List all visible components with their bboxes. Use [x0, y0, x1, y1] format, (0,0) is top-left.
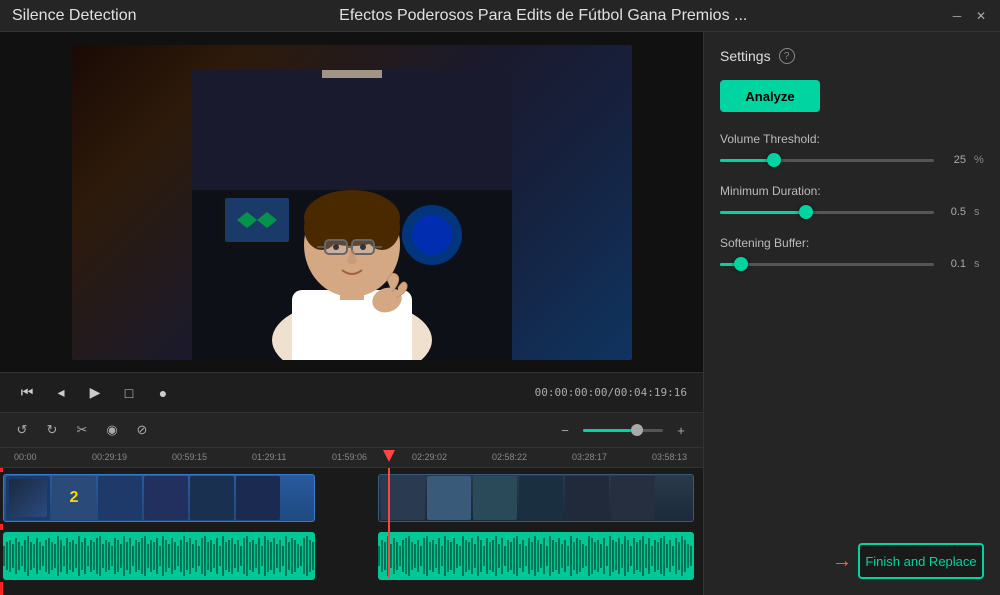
- waveform-svg-1: /* bars generated below */: [3, 532, 315, 580]
- softening-buffer-label: Softening Buffer:: [720, 236, 984, 250]
- volume-threshold-slider[interactable]: [720, 159, 934, 162]
- timeline-toolbar: ↺ ↻ ✂ ◉ ⊘ − +: [0, 412, 703, 448]
- zoom-slider[interactable]: [583, 429, 663, 432]
- audio-wave-2[interactable]: [378, 532, 694, 580]
- ruler-mark-2: 00:59:15: [172, 452, 207, 462]
- play-button[interactable]: ▶: [84, 382, 106, 404]
- ruler-mark-4: 01:59:06: [332, 452, 367, 462]
- video-clip-2[interactable]: [378, 474, 694, 522]
- ruler-mark-1: 00:29:19: [92, 452, 127, 462]
- volume-threshold-thumb[interactable]: [767, 153, 781, 167]
- waveform-svg-2: [378, 532, 694, 580]
- softening-buffer-row: 0.1 s: [720, 258, 984, 270]
- eye-button[interactable]: ◉: [102, 420, 122, 440]
- min-duration-unit: s: [974, 206, 984, 218]
- help-icon[interactable]: ?: [779, 48, 795, 64]
- volume-threshold-value: 25: [942, 154, 966, 166]
- timeline-area[interactable]: 00:00 00:29:19 00:59:15 01:29:11 01:59:0…: [0, 448, 703, 595]
- volume-threshold-row: 25 %: [720, 154, 984, 166]
- video-title: Efectos Poderosos Para Edits de Fútbol G…: [339, 7, 747, 25]
- zoom-thumb[interactable]: [631, 424, 643, 436]
- zoom-controls: − +: [555, 420, 691, 440]
- settings-header: Settings ?: [720, 48, 984, 64]
- minimize-button[interactable]: ─: [950, 9, 964, 23]
- min-duration-row: 0.5 s: [720, 206, 984, 218]
- volume-threshold-unit: %: [974, 154, 984, 166]
- min-duration-group: Minimum Duration: 0.5 s: [720, 184, 984, 218]
- finish-replace-button[interactable]: Finish and Replace: [858, 543, 984, 579]
- ruler-mark-7: 03:28:17: [572, 452, 607, 462]
- video-preview-area: [0, 32, 703, 372]
- timecode-display: 00:00:00:00/00:04:19:16: [535, 386, 687, 399]
- main-layout: ⏮ ◂ ▶ □ ● 00:00:00:00/00:04:19:16 ↺ ↻ ✂ …: [0, 32, 1000, 595]
- playhead[interactable]: [388, 468, 390, 578]
- settings-title: Settings: [720, 48, 771, 64]
- softening-buffer-thumb[interactable]: [734, 257, 748, 271]
- app-title: Silence Detection: [12, 7, 137, 25]
- zoom-out-button[interactable]: −: [555, 420, 575, 440]
- min-duration-slider[interactable]: [720, 211, 934, 214]
- timeline-ruler: 00:00 00:29:19 00:59:15 01:29:11 01:59:0…: [0, 448, 703, 468]
- video-track: 2: [0, 472, 703, 524]
- audio-wave-1[interactable]: /* bars generated below */: [3, 532, 315, 580]
- right-panel: Settings ? Analyze Volume Threshold: 25 …: [703, 32, 1000, 595]
- ruler-mark-3: 01:29:11: [252, 452, 286, 462]
- record-button[interactable]: ●: [152, 382, 174, 404]
- softening-buffer-slider[interactable]: [720, 263, 934, 266]
- softening-buffer-group: Softening Buffer: 0.1 s: [720, 236, 984, 270]
- volume-threshold-group: Volume Threshold: 25 %: [720, 132, 984, 166]
- redo-button[interactable]: ↻: [42, 420, 62, 440]
- softening-buffer-unit: s: [974, 258, 984, 270]
- undo-button[interactable]: ↺: [12, 420, 32, 440]
- min-duration-thumb[interactable]: [799, 205, 813, 219]
- arrow-icon: →: [832, 550, 852, 573]
- audio-track: /* bars generated below */: [0, 530, 703, 582]
- playback-controls: ⏮ ◂ ▶ □ ● 00:00:00:00/00:04:19:16: [0, 372, 703, 412]
- ruler-mark-0: 00:00: [14, 452, 37, 462]
- video-frame: [72, 45, 632, 360]
- play-back-button[interactable]: ◂: [50, 382, 72, 404]
- min-duration-value: 0.5: [942, 206, 966, 218]
- min-duration-label: Minimum Duration:: [720, 184, 984, 198]
- volume-threshold-label: Volume Threshold:: [720, 132, 984, 146]
- timeline-tracks: 2: [0, 468, 703, 578]
- softening-buffer-value: 0.1: [942, 258, 966, 270]
- scissors-button[interactable]: ✂: [72, 420, 92, 440]
- titlebar-controls: ─ ✕: [950, 9, 988, 23]
- left-panel: ⏮ ◂ ▶ □ ● 00:00:00:00/00:04:19:16 ↺ ↻ ✂ …: [0, 32, 703, 595]
- stop-button[interactable]: □: [118, 382, 140, 404]
- zoom-in-button[interactable]: +: [671, 420, 691, 440]
- finish-btn-area: → Finish and Replace: [832, 543, 984, 579]
- ruler-mark-8: 03:58:13: [652, 452, 687, 462]
- ruler-mark-6: 02:58:22: [492, 452, 527, 462]
- step-back-button[interactable]: ⏮: [16, 382, 38, 404]
- analyze-button[interactable]: Analyze: [720, 80, 820, 112]
- person-overlay: [192, 70, 512, 360]
- video-content: [72, 45, 632, 360]
- close-button[interactable]: ✕: [974, 9, 988, 23]
- mute-button[interactable]: ⊘: [132, 420, 152, 440]
- ruler-mark-5: 02:29:02: [412, 452, 447, 462]
- video-clip-1[interactable]: 2: [3, 474, 315, 522]
- titlebar: Silence Detection Efectos Poderosos Para…: [0, 0, 1000, 32]
